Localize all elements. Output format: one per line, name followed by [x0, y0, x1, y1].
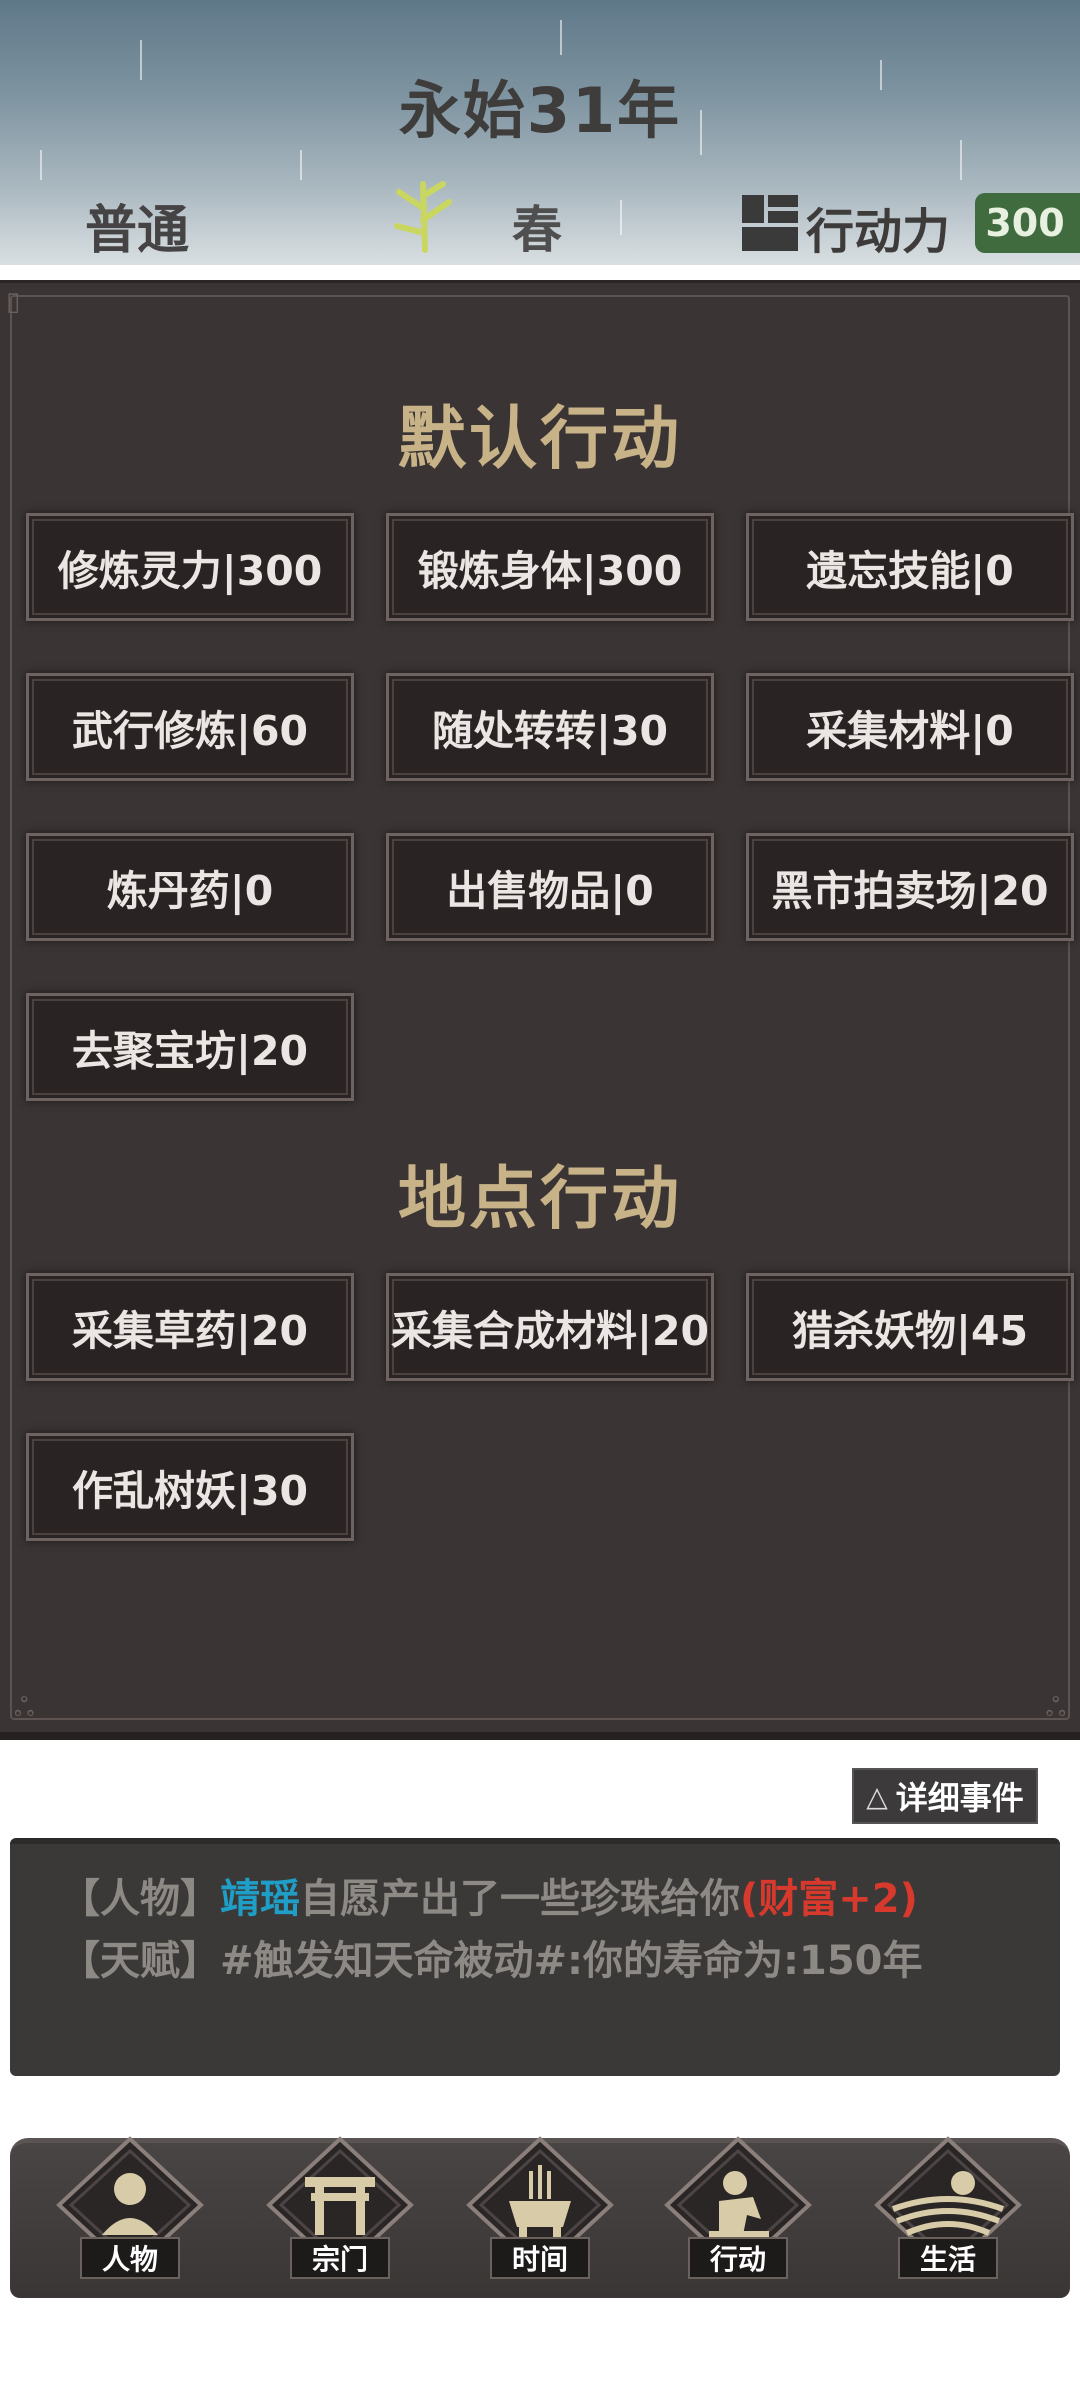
corner-ornament-icon: ▯ [6, 287, 21, 317]
log-tag: 【人物】 [60, 1876, 220, 1922]
default-actions-title: 默认行动 [397, 400, 682, 479]
location-action-button[interactable]: 采集草药|20 [26, 1273, 354, 1381]
bottom-navigation: 人物 宗门 时间 行动 生活 [10, 2135, 1070, 2298]
corner-ornament-icon: ஃ [1045, 1693, 1066, 1723]
nav-label: 人物 [80, 2237, 180, 2279]
event-log: 【人物】靖瑶自愿产出了一些珍珠给你(财富+2) 【天赋】#触发知天命被动#:你的… [10, 1838, 1060, 2076]
action-block-icon [742, 195, 798, 251]
character-name: 靖瑶 [220, 1876, 300, 1922]
action-button[interactable]: 出售物品|0 [386, 833, 714, 941]
log-tag: 【天赋】 [60, 1938, 220, 1984]
bamboo-icon [394, 181, 452, 253]
difficulty-label: 普通 [85, 201, 190, 261]
action-button[interactable]: 锻炼身体|300 [386, 513, 714, 621]
rain-streak [620, 200, 622, 235]
log-line: 【人物】靖瑶自愿产出了一些珍珠给你(财富+2) [60, 1868, 1010, 1930]
nav-tab-time[interactable]: 时间 [460, 2135, 620, 2285]
action-power-value: 300 [975, 193, 1080, 253]
action-button[interactable]: 遗忘技能|0 [746, 513, 1074, 621]
detail-events-label: 详细事件 [895, 1779, 1024, 1817]
nav-tab-person[interactable]: 人物 [50, 2135, 210, 2285]
location-action-button[interactable]: 作乱树妖|30 [26, 1433, 354, 1541]
action-button[interactable]: 随处转转|30 [386, 673, 714, 781]
corner-ornament-icon: ஃ [14, 1693, 35, 1723]
detail-events-button[interactable]: △ 详细事件 [852, 1768, 1038, 1824]
nav-label: 生活 [898, 2237, 998, 2279]
location-actions-title: 地点行动 [397, 1160, 682, 1239]
log-text: #触发知天命被动#:你的寿命为:150年 [220, 1938, 923, 1984]
rain-streak [560, 20, 562, 55]
reward-text: (财富+2) [740, 1876, 918, 1922]
year-title: 永始31年 [398, 74, 682, 147]
rain-streak [40, 150, 42, 180]
season-label: 春 [512, 201, 562, 259]
action-power-label: 行动力 [806, 204, 951, 260]
action-button[interactable]: 采集材料|0 [746, 673, 1074, 781]
location-action-button[interactable]: 猎杀妖物|45 [746, 1273, 1074, 1381]
action-button[interactable]: 修炼灵力|300 [26, 513, 354, 621]
nav-label: 时间 [490, 2237, 590, 2279]
action-button[interactable]: 黑市拍卖场|20 [746, 833, 1074, 941]
log-text: 自愿产出了一些珍珠给你 [300, 1876, 740, 1922]
nav-tab-action[interactable]: 行动 [658, 2135, 818, 2285]
nav-label: 行动 [688, 2237, 788, 2279]
action-panel: ▯ ஃ ஃ 默认行动 修炼灵力|300 锻炼身体|300 遗忘技能|0 武行修炼… [0, 280, 1080, 1740]
nav-label: 宗门 [290, 2237, 390, 2279]
location-action-button[interactable]: 采集合成材料|20 [386, 1273, 714, 1381]
nav-tab-sect[interactable]: 宗门 [260, 2135, 420, 2285]
log-line: 【天赋】#触发知天命被动#:你的寿命为:150年 [60, 1930, 1010, 1992]
action-button[interactable]: 武行修炼|60 [26, 673, 354, 781]
action-button[interactable]: 去聚宝坊|20 [26, 993, 354, 1101]
action-button[interactable]: 炼丹药|0 [26, 833, 354, 941]
nav-tab-life[interactable]: 生活 [868, 2135, 1028, 2285]
rain-streak [300, 150, 302, 180]
triangle-icon: △ [866, 1779, 888, 1813]
top-status-bar: 永始31年 普通 春 行动力 300 [0, 0, 1080, 265]
